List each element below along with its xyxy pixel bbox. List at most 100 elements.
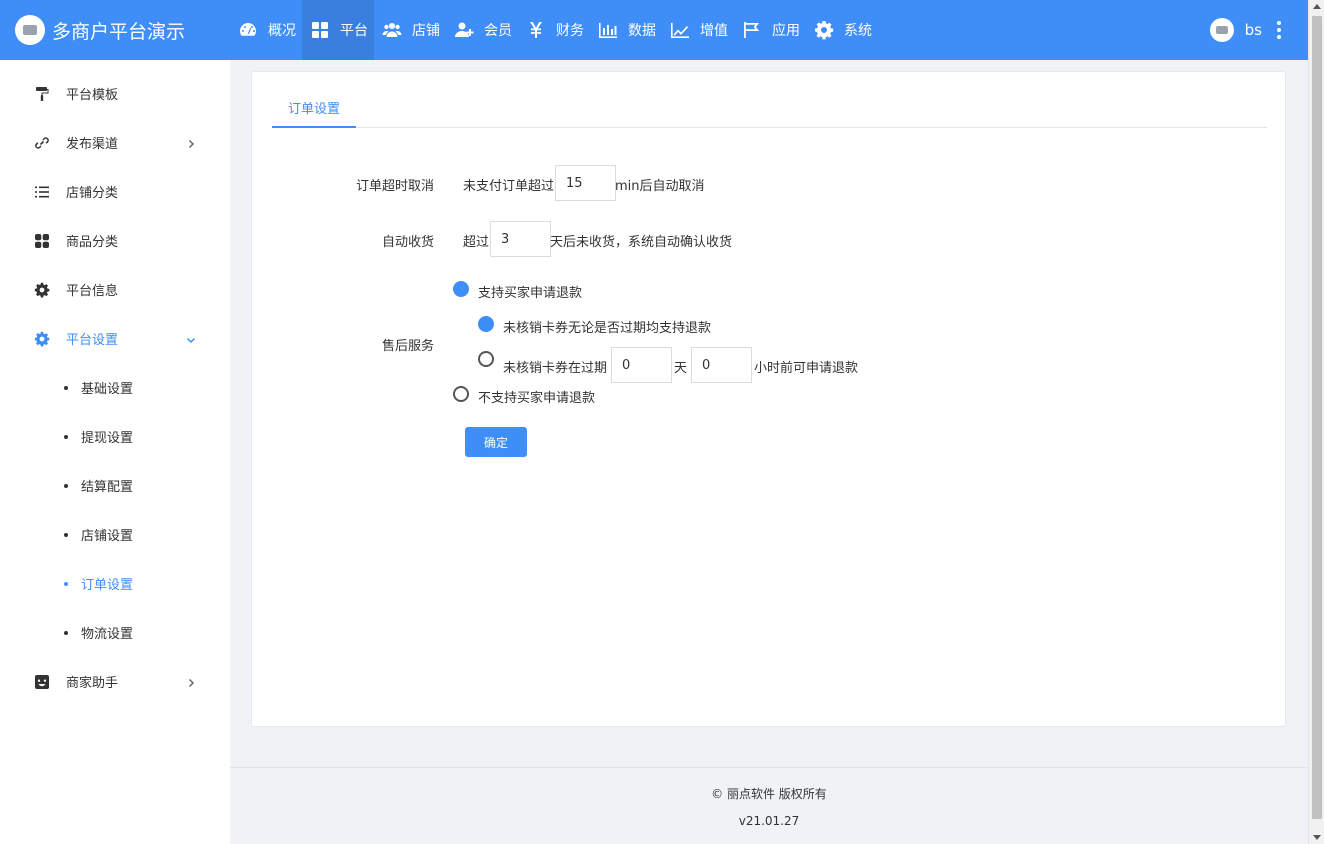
bullet-dot xyxy=(64,630,68,635)
sidebar-item-label: 店铺分类 xyxy=(66,186,119,201)
sidebar-subitem-withdraw-settings[interactable]: 提现设置 xyxy=(0,412,230,461)
brand[interactable]: 多商户平台演示 xyxy=(0,0,230,60)
list-icon xyxy=(34,184,50,200)
days-unit: 天 xyxy=(674,361,688,376)
nav-label: 会员 xyxy=(484,23,512,39)
gear-icon xyxy=(814,20,834,40)
scroll-up-arrow-icon[interactable] xyxy=(1313,4,1321,9)
nav-item-data[interactable]: 数据 xyxy=(590,0,662,60)
sidebar-item-publish-channel[interactable]: 发布渠道 xyxy=(0,118,230,167)
sidebar: 平台模板 发布渠道 店铺分类 商品分类 平台信息 平台设置 基础设置 提现设置 … xyxy=(0,60,230,844)
nav-item-platform[interactable]: 平台 xyxy=(302,0,374,60)
footer-copyright: © 丽点软件 版权所有 xyxy=(711,787,827,801)
after-sale-label: 售后服务 xyxy=(381,339,434,354)
users-icon xyxy=(382,20,402,40)
nav-item-shops[interactable]: 店铺 xyxy=(374,0,446,60)
nav-label: 应用 xyxy=(772,23,800,39)
nav-label: 财务 xyxy=(556,23,584,39)
grid-icon xyxy=(310,20,330,40)
sidebar-item-label: 发布渠道 xyxy=(66,137,119,152)
nav-item-overview[interactable]: 概况 xyxy=(230,0,302,60)
expire-hours-input[interactable] xyxy=(691,347,752,383)
auto-receive-suffix: 天后未收货，系统自动确认收货 xyxy=(550,235,733,250)
scroll-thumb[interactable] xyxy=(1312,16,1322,819)
nav-item-addon[interactable]: 增值 xyxy=(662,0,734,60)
sidebar-item-platform-template[interactable]: 平台模板 xyxy=(0,69,230,118)
apps-icon xyxy=(34,233,50,249)
sidebar-subitem-label: 基础设置 xyxy=(81,382,134,397)
nav-label: 增值 xyxy=(700,23,728,39)
top-header: 多商户平台演示 概况 平台 店铺 会员 财务 数据 增值 应用 系统 bs xyxy=(0,0,1308,60)
sidebar-item-label: 平台模板 xyxy=(66,88,119,103)
bullet-dot xyxy=(64,581,68,586)
sidebar-subitem-order-settings[interactable]: 订单设置 xyxy=(0,559,230,608)
timeout-minutes-input[interactable] xyxy=(555,165,616,201)
sidebar-item-shop-category[interactable]: 店铺分类 xyxy=(0,167,230,216)
sidebar-subitem-shop-settings[interactable]: 店铺设置 xyxy=(0,510,230,559)
expire-days-input[interactable] xyxy=(611,347,672,383)
top-nav: 概况 平台 店铺 会员 财务 数据 增值 应用 系统 xyxy=(230,0,878,60)
support-refund-label[interactable]: 支持买家申请退款 xyxy=(478,282,582,301)
order-settings-card: 订单设置 订单超时取消 未支付订单超过 min后自动取消 自动收货 超过 天后未… xyxy=(251,71,1286,727)
sidebar-item-merchant-assistant[interactable]: 商家助手 xyxy=(0,657,230,706)
nav-item-finance[interactable]: 财务 xyxy=(518,0,590,60)
nav-item-system[interactable]: 系统 xyxy=(806,0,878,60)
sidebar-subitem-settlement-config[interactable]: 结算配置 xyxy=(0,461,230,510)
more-vertical-icon[interactable] xyxy=(1276,21,1282,39)
tab-bar: 订单设置 xyxy=(272,92,1267,128)
sidebar-subitem-basic-settings[interactable]: 基础设置 xyxy=(0,363,230,412)
sidebar-item-label: 平台设置 xyxy=(66,333,119,348)
nav-label: 系统 xyxy=(844,23,872,39)
line-chart-icon xyxy=(670,20,690,40)
smile-icon xyxy=(34,674,50,690)
avatar[interactable] xyxy=(1209,18,1234,42)
flag-icon xyxy=(742,20,762,40)
auto-receive-prefix: 超过 xyxy=(463,235,490,250)
gear-icon xyxy=(34,282,50,298)
brand-title: 多商户平台演示 xyxy=(52,20,186,43)
bar-chart-icon xyxy=(598,20,618,40)
nav-item-apps[interactable]: 应用 xyxy=(734,0,806,60)
bullet-dot xyxy=(64,385,68,390)
sidebar-item-platform-settings[interactable]: 平台设置 xyxy=(0,314,230,363)
chevron-down-icon xyxy=(186,334,196,344)
nav-label: 概况 xyxy=(268,23,296,39)
username[interactable]: bs xyxy=(1245,21,1262,39)
bullet-dot xyxy=(64,532,68,537)
auto-receive-label: 自动收货 xyxy=(381,235,434,250)
hours-suffix: 小时前可申请退款 xyxy=(754,361,859,376)
radio-refund-any[interactable] xyxy=(478,316,494,332)
sidebar-subitem-label: 物流设置 xyxy=(81,627,134,642)
refund-before-expire-label[interactable]: 未核销卡券在过期 xyxy=(503,357,607,376)
yen-icon xyxy=(526,20,546,40)
sidebar-subitem-label: 店铺设置 xyxy=(81,529,134,544)
scroll-down-arrow-icon[interactable] xyxy=(1313,835,1321,840)
confirm-button[interactable]: 确定 xyxy=(465,427,527,457)
sidebar-item-platform-info[interactable]: 平台信息 xyxy=(0,265,230,314)
radio-refund-before-expire[interactable] xyxy=(478,351,494,367)
no-refund-label[interactable]: 不支持买家申请退款 xyxy=(478,387,595,406)
sidebar-item-label: 平台信息 xyxy=(66,284,119,299)
sidebar-item-goods-category[interactable]: 商品分类 xyxy=(0,216,230,265)
sidebar-subitem-logistics-settings[interactable]: 物流设置 xyxy=(0,608,230,657)
bullet-dot xyxy=(64,483,68,488)
timeout-prefix: 未支付订单超过 xyxy=(463,179,555,194)
bullet-dot xyxy=(64,434,68,439)
gear-icon xyxy=(34,331,50,347)
nav-item-members[interactable]: 会员 xyxy=(446,0,518,60)
chevron-right-icon xyxy=(186,677,196,687)
nav-label: 平台 xyxy=(340,23,368,39)
sidebar-subitem-label: 结算配置 xyxy=(81,480,134,495)
page-scrollbar[interactable] xyxy=(1308,0,1324,844)
user-plus-icon xyxy=(454,20,474,40)
radio-no-refund[interactable] xyxy=(453,386,469,402)
dashboard-icon xyxy=(238,20,258,40)
refund-any-label[interactable]: 未核销卡券无论是否过期均支持退款 xyxy=(503,317,711,336)
paint-roller-icon xyxy=(34,86,50,102)
radio-support-refund[interactable] xyxy=(453,281,469,297)
tab-order-settings[interactable]: 订单设置 xyxy=(272,92,357,128)
chevron-right-icon xyxy=(186,138,196,148)
auto-receive-days-input[interactable] xyxy=(490,221,551,257)
sidebar-subitem-label: 提现设置 xyxy=(81,431,134,446)
user-area: bs xyxy=(1209,0,1282,60)
